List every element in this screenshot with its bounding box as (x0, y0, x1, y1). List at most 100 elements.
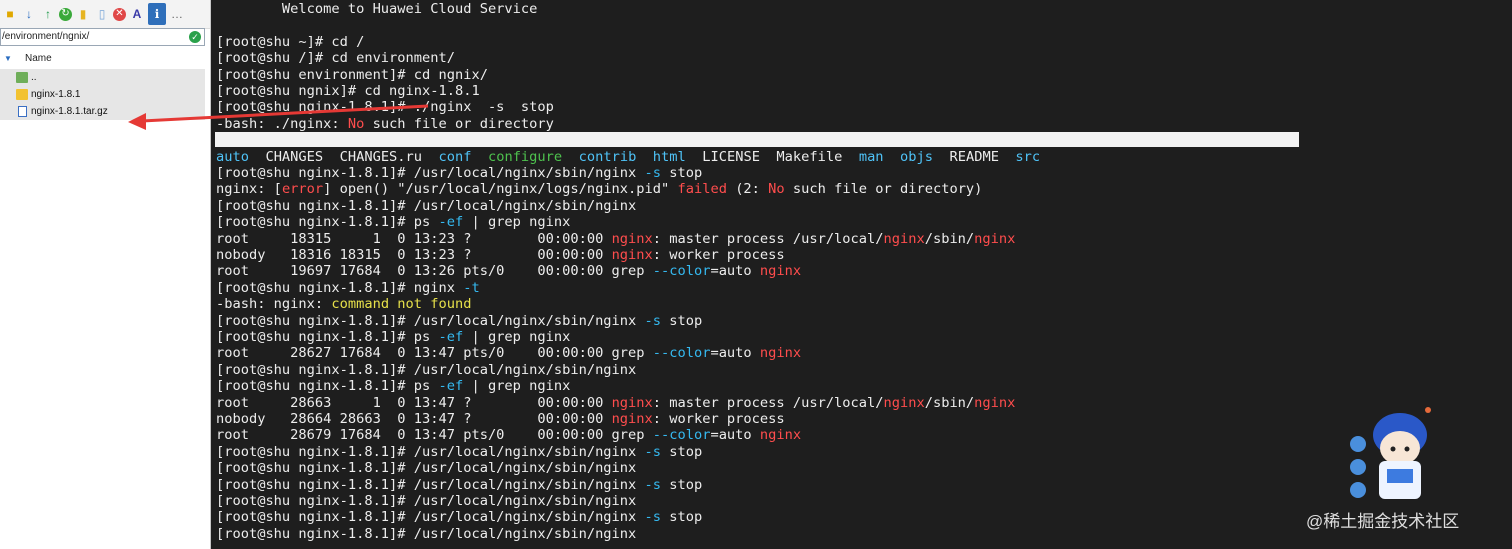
terminal-text: : worker process (652, 247, 785, 263)
terminal-text: [root@shu nginx-1.8.1]# ps (216, 214, 439, 231)
terminal-text: nginx (759, 345, 802, 362)
terminal-text: [root@shu nginx-1.8.1]# ./nginx -s stop (216, 99, 554, 116)
terminal-line: [root@shu nginx-1.8.1]# /usr/local/nginx… (216, 198, 636, 214)
selection-highlight (215, 132, 1299, 147)
terminal-text: configure (487, 148, 563, 165)
terminal-text: nginx: [ (216, 181, 282, 198)
terminal-text: [root@shu nginx-1.8.1]# /usr/local/nginx… (216, 443, 645, 460)
terminal-line: [root@shu ~]# cd / (216, 34, 364, 50)
file-row-folder[interactable]: nginx-1.8.1 (0, 86, 205, 103)
terminal-text: error (281, 181, 324, 198)
terminal-line: -bash: ./nginx: No such file or director… (216, 116, 554, 132)
info-icon[interactable]: ℹ (148, 3, 166, 25)
terminal-line: root 28627 17684 0 13:47 pts/0 00:00:00 … (216, 345, 801, 361)
terminal-text: -ef (438, 329, 464, 345)
terminal-text: [root@shu environment]# cd ngnix/ (216, 66, 488, 83)
terminal-text: nginx (759, 263, 802, 280)
file-row-archive[interactable]: nginx-1.8.1.tar.gz (0, 103, 205, 120)
terminal-text: [root@shu nginx-1.8.1]# ps (216, 329, 439, 345)
download-icon[interactable]: ↓ (21, 6, 37, 22)
terminal-text: | grep nginx (463, 378, 571, 395)
terminal-text: failed (677, 181, 727, 198)
terminal-line: auto CHANGES CHANGES.ru conf configure c… (216, 149, 1040, 165)
terminal-text: [root@shu nginx-1.8.1]# /usr/local/nginx… (216, 312, 645, 329)
terminal-line: [root@shu /]# cd environment/ (216, 50, 455, 66)
terminal-text: [root@shu nginx-1.8.1]# /usr/local/nginx… (216, 165, 645, 181)
terminal-text: [root@shu nginx-1.8.1]# /usr/local/nginx… (216, 197, 637, 214)
delete-icon[interactable]: ✕ (113, 7, 126, 21)
terminal-line: root 18315 1 0 13:23 ? 00:00:00 nginx: m… (216, 231, 1015, 247)
terminal-text: =auto (710, 263, 760, 280)
terminal-text: command not found (331, 296, 472, 313)
file-row-label: .. (31, 72, 37, 83)
terminal-text: stop (661, 443, 703, 460)
rename-icon[interactable]: A (129, 6, 145, 22)
folder-icon (16, 89, 28, 100)
terminal-text: /sbin/ (924, 394, 975, 411)
file-row-parent[interactable]: .. (0, 69, 205, 86)
terminal-text: Welcome to Huawei Cloud Service (216, 1, 538, 17)
terminal-text: [root@shu nginx-1.8.1]# /usr/local/nginx… (216, 361, 637, 378)
terminal-line: nginx: [error] open() "/usr/local/nginx/… (216, 181, 982, 197)
terminal-line: root 28679 17684 0 13:47 pts/0 00:00:00 … (216, 427, 801, 443)
terminal-text: [root@shu nginx-1.8.1]# /usr/local/nginx… (216, 509, 645, 526)
check-icon[interactable]: ✓ (189, 31, 201, 43)
terminal-text: -ef (438, 214, 464, 231)
terminal-text: No (768, 181, 785, 198)
terminal-line: [root@shu nginx-1.8.1]# /usr/local/nginx… (216, 493, 636, 509)
terminal-text: (2: (726, 181, 769, 198)
terminal-text: [root@shu ~]# cd / (216, 33, 365, 50)
terminal-text: README (933, 148, 1016, 165)
parent-folder-icon (16, 72, 28, 83)
terminal-text: [root@shu nginx-1.8.1]# /usr/local/nginx… (216, 476, 645, 493)
new-folder-icon[interactable]: ▮ (75, 6, 91, 22)
terminal-text: html (652, 148, 686, 165)
terminal-text: | grep nginx (463, 329, 571, 345)
terminal-text: =auto (710, 345, 760, 362)
terminal-line: [root@shu nginx-1.8.1]# /usr/local/nginx… (216, 526, 636, 542)
terminal-text: : master process /usr/local/ (652, 230, 884, 247)
new-file-icon[interactable]: ▯ (94, 6, 110, 22)
terminal-text: objs (900, 148, 934, 165)
terminal-text: CHANGES CHANGES.ru (248, 148, 439, 165)
path-text: /environment/ngnix/ (2, 31, 90, 42)
terminal-text: nginx (883, 394, 925, 411)
terminal-line: [root@shu environment]# cd ngnix/ (216, 67, 488, 83)
terminal-text: : worker process (652, 411, 785, 427)
terminal-text: [root@shu nginx-1.8.1]# ps (216, 378, 439, 395)
terminal-text: nobody 28664 28663 0 13:47 ? 00:00:00 (216, 411, 612, 427)
terminal-line: nobody 18316 18315 0 13:23 ? 00:00:00 ng… (216, 247, 785, 263)
terminal-text: stop (661, 312, 703, 329)
terminal-line: [root@shu nginx-1.8.1]# /usr/local/nginx… (216, 460, 636, 476)
terminal-line: [root@shu nginx-1.8.1]# /usr/local/nginx… (216, 313, 702, 329)
terminal[interactable]: Welcome to Huawei Cloud Service [root@shu… (213, 0, 1512, 549)
terminal-text: -s (644, 476, 661, 493)
terminal-text: root 28679 17684 0 13:47 pts/0 00:00:00 … (216, 427, 653, 444)
upload-icon[interactable]: ↑ (40, 6, 56, 22)
upload-folder-icon[interactable]: ■ (2, 6, 18, 22)
terminal-text: --color (652, 345, 711, 362)
path-input[interactable]: /environment/ngnix/ ✓ (0, 28, 205, 46)
terminal-line: [root@shu nginx-1.8.1]# ps -ef | grep ng… (216, 378, 570, 394)
terminal-text: nginx (759, 427, 802, 444)
refresh-icon[interactable]: ↻ (59, 7, 72, 21)
terminal-text: root 28663 1 0 13:47 ? 00:00:00 (216, 394, 612, 411)
name-column-header[interactable]: ▼ Name (0, 51, 205, 67)
terminal-text: stop (661, 165, 703, 181)
terminal-text: -bash: nginx: (216, 296, 332, 313)
terminal-text: nginx (611, 230, 653, 247)
terminal-text: [root@shu nginx-1.8.1]# /usr/local/nginx… (216, 525, 637, 542)
terminal-text: stop (661, 509, 703, 526)
terminal-text: -bash: ./nginx: (216, 115, 348, 132)
terminal-text: -s (644, 509, 661, 526)
overflow-icon[interactable]: … (169, 6, 185, 22)
terminal-text: contrib (578, 148, 637, 165)
terminal-text: root 19697 17684 0 13:26 pts/0 00:00:00 … (216, 263, 653, 280)
file-toolbar: ■ ↓ ↑ ↻ ▮ ▯ ✕ A ℹ … (0, 0, 210, 29)
terminal-line: [root@shu nginx-1.8.1]# ps -ef | grep ng… (216, 214, 570, 230)
terminal-text: =auto (710, 427, 760, 444)
terminal-text: -t (463, 279, 480, 296)
terminal-text: [root@shu nginx-1.8.1]# /usr/local/nginx… (216, 460, 637, 477)
